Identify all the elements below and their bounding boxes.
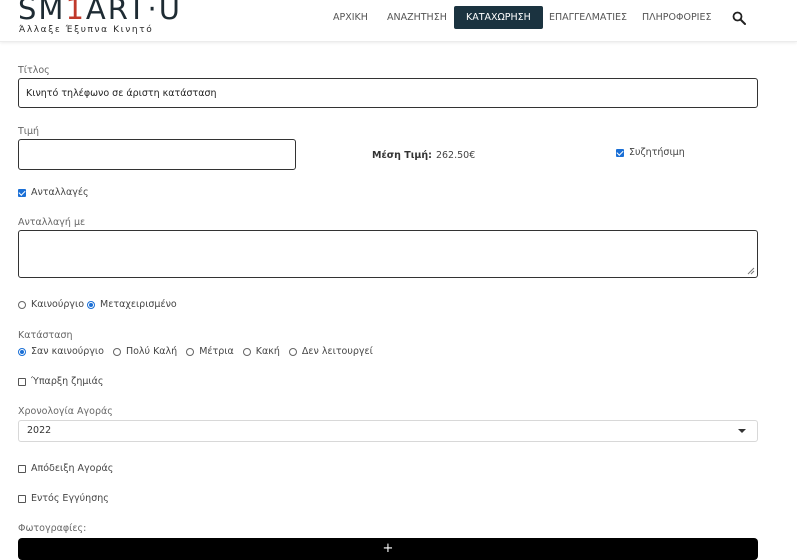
year-label: Χρονολογία Αγοράς [18,406,113,417]
condition-radio-group: Σαν καινούργιο Πολύ Καλή Μέτρια Κακή Δεν… [18,346,382,357]
exchanges-row[interactable]: Ανταλλαγές [18,187,89,198]
average-price: Μέση Τιμή: 262.50€ [372,150,475,161]
exchange-with-label: Ανταλλαγή με [18,217,86,228]
receipt-label: Απόδειξη Αγοράς [31,463,114,474]
nav-search[interactable]: ΑΝΑΖΗΤΗΣΗ [387,6,447,29]
radio-new[interactable]: Καινούργιο [18,299,84,310]
price-input[interactable] [18,139,296,170]
damage-checkbox[interactable] [18,377,26,386]
radio-like-new-label: Σαν καινούργιο [31,346,104,357]
nav-professionals[interactable]: ΕΠΑΓΓΕΛΜΑΤΙΕΣ [549,6,627,29]
radio-bad[interactable]: Κακή [242,346,280,357]
radio-not-working-circle[interactable] [288,347,297,356]
radio-new-label: Καινούργιο [31,299,85,310]
radio-new-circle[interactable] [18,300,26,309]
title-label: Τίτλος [18,65,50,76]
negotiable-checkbox[interactable] [616,148,624,157]
resize-grip-icon[interactable] [747,267,755,275]
logo-text-end: ART·U [85,0,182,26]
logo-text-accent: 1 [65,0,86,26]
logo[interactable]: SM1ART·U [18,0,182,26]
nav-home[interactable]: ΑΡΧΙΚΗ [333,6,368,29]
receipt-row[interactable]: Απόδειξη Αγοράς [18,463,113,474]
exchanges-checkbox[interactable] [18,188,26,197]
radio-not-working-label: Δεν λειτουργεί [301,346,373,357]
price-label: Τιμή [18,126,40,137]
radio-used-circle[interactable] [87,300,96,309]
chevron-down-icon [738,429,746,433]
search-icon[interactable] [732,11,746,25]
negotiable-label: Συζητήσιμη [629,147,685,158]
damage-label: Ύπαρξη ζημιάς [31,376,104,387]
radio-like-new-circle[interactable] [18,347,26,356]
radio-like-new[interactable]: Σαν καινούργιο [18,346,104,357]
condition-label: Κατάσταση [18,330,73,341]
radio-average[interactable]: Μέτρια [186,346,234,357]
newness-radio-group: Καινούργιο Μεταχειρισμένο [18,299,186,310]
radio-bad-circle[interactable] [242,347,251,356]
radio-bad-label: Κακή [255,346,280,357]
title-input[interactable] [18,78,758,108]
year-select-value: 2022 [27,425,52,436]
site-header: SM1ART·U Άλλαξε Έξυπνα Κινητό ΑΡΧΙΚΗ ΑΝΑ… [0,0,797,42]
exchanges-label: Ανταλλαγές [31,187,89,198]
receipt-checkbox[interactable] [18,464,26,473]
average-price-label: Μέση Τιμή: [372,150,432,161]
average-price-value: 262.50€ [435,150,476,161]
radio-very-good-circle[interactable] [112,347,121,356]
photos-label: Φωτογραφίες: [18,523,87,534]
nav-listing[interactable]: ΚΑΤΑΧΩΡΗΣΗ [454,6,543,29]
nav-info[interactable]: ΠΛΗΡΟΦΟΡΙΕΣ [642,6,711,29]
warranty-checkbox[interactable] [18,494,26,503]
radio-very-good[interactable]: Πολύ Καλή [112,346,178,357]
radio-average-circle[interactable] [186,347,195,356]
damage-row[interactable]: Ύπαρξη ζημιάς [18,376,103,387]
negotiable-row[interactable]: Συζητήσιμη [616,147,685,158]
warranty-row[interactable]: Εντός Εγγύησης [18,493,109,504]
exchange-with-textarea[interactable] [18,230,758,278]
warranty-label: Εντός Εγγύησης [31,493,109,504]
logo-text-start: SM [18,0,66,26]
radio-used[interactable]: Μεταχειρισμένο [87,299,177,310]
logo-tagline: Άλλαξε Έξυπνα Κινητό [19,25,154,35]
add-photo-button[interactable]: + [18,538,758,560]
radio-very-good-label: Πολύ Καλή [125,346,178,357]
year-select[interactable]: 2022 [18,420,758,442]
radio-used-label: Μεταχειρισμένο [100,299,177,310]
radio-not-working[interactable]: Δεν λειτουργεί [288,346,373,357]
radio-average-label: Μέτρια [199,346,234,357]
